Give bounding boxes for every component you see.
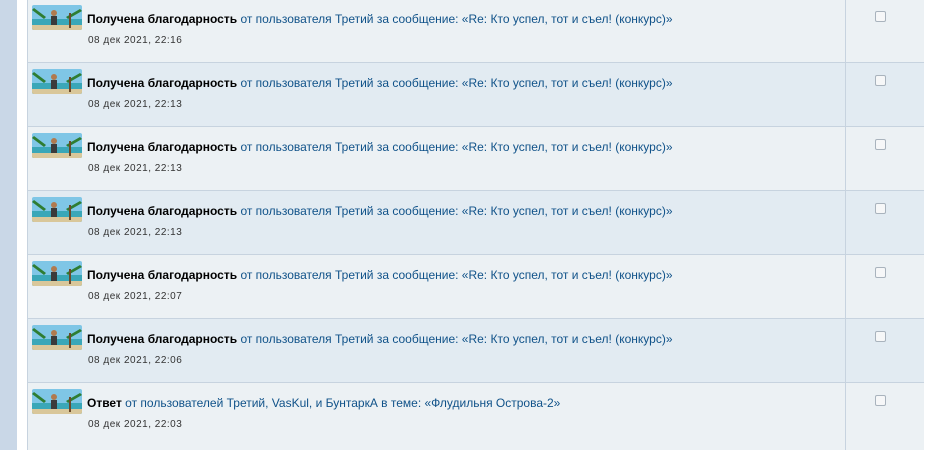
notification-text[interactable]: от пользователя Третий за сообщение: «Re… bbox=[240, 140, 672, 154]
notification-text[interactable]: от пользователя Третий за сообщение: «Re… bbox=[240, 204, 672, 218]
column-divider bbox=[845, 191, 846, 254]
notification-row[interactable]: Получена благодарность от пользователя Т… bbox=[28, 0, 925, 63]
avatar[interactable] bbox=[32, 325, 82, 350]
column-divider bbox=[845, 0, 846, 62]
notification-text[interactable]: от пользователей Третий, VasKul, и Бунта… bbox=[125, 396, 560, 410]
notification-type: Получена благодарность bbox=[87, 268, 238, 282]
notification-text[interactable]: от пользователя Третий за сообщение: «Re… bbox=[240, 12, 672, 26]
mark-checkbox[interactable] bbox=[875, 331, 886, 342]
notification-title[interactable]: Получена благодарность от пользователя Т… bbox=[87, 75, 673, 91]
column-divider bbox=[845, 383, 846, 450]
left-sidebar-strip bbox=[0, 0, 17, 450]
notification-list: Получена благодарность от пользователя Т… bbox=[27, 0, 926, 450]
page-margin bbox=[924, 0, 935, 450]
notification-text[interactable]: от пользователя Третий за сообщение: «Re… bbox=[240, 76, 672, 90]
notification-date: 08 дек 2021, 22:16 bbox=[88, 35, 183, 46]
mark-checkbox[interactable] bbox=[875, 267, 886, 278]
notification-text[interactable]: от пользователя Третий за сообщение: «Re… bbox=[240, 268, 672, 282]
mark-checkbox[interactable] bbox=[875, 11, 886, 22]
avatar[interactable] bbox=[32, 389, 82, 414]
notification-title[interactable]: Получена благодарность от пользователя Т… bbox=[87, 331, 673, 347]
column-divider bbox=[845, 319, 846, 382]
notification-title[interactable]: Получена благодарность от пользователя Т… bbox=[87, 203, 673, 219]
notification-row[interactable]: Получена благодарность от пользователя Т… bbox=[28, 63, 925, 127]
mark-checkbox[interactable] bbox=[875, 139, 886, 150]
notification-title[interactable]: Получена благодарность от пользователя Т… bbox=[87, 139, 673, 155]
notification-date: 08 дек 2021, 22:07 bbox=[88, 291, 183, 302]
notification-type: Получена благодарность bbox=[87, 12, 238, 26]
notification-row[interactable]: Ответ от пользователей Третий, VasKul, и… bbox=[28, 383, 925, 450]
notification-text[interactable]: от пользователя Третий за сообщение: «Re… bbox=[240, 332, 672, 346]
avatar[interactable] bbox=[32, 133, 82, 158]
notification-row[interactable]: Получена благодарность от пользователя Т… bbox=[28, 255, 925, 319]
notification-date: 08 дек 2021, 22:06 bbox=[88, 355, 183, 366]
mark-checkbox[interactable] bbox=[875, 395, 886, 406]
notification-date: 08 дек 2021, 22:13 bbox=[88, 163, 183, 174]
notification-row[interactable]: Получена благодарность от пользователя Т… bbox=[28, 319, 925, 383]
mark-checkbox[interactable] bbox=[875, 75, 886, 86]
notification-date: 08 дек 2021, 22:13 bbox=[88, 99, 183, 110]
notification-date: 08 дек 2021, 22:13 bbox=[88, 227, 183, 238]
column-divider bbox=[845, 127, 846, 190]
mark-checkbox[interactable] bbox=[875, 203, 886, 214]
notification-type: Получена благодарность bbox=[87, 204, 238, 218]
notification-title[interactable]: Получена благодарность от пользователя Т… bbox=[87, 11, 673, 27]
avatar[interactable] bbox=[32, 197, 82, 222]
notification-type: Получена благодарность bbox=[87, 76, 238, 90]
notification-type: Получена благодарность bbox=[87, 332, 238, 346]
column-divider bbox=[845, 255, 846, 318]
notification-date: 08 дек 2021, 22:03 bbox=[88, 419, 183, 430]
notification-type: Ответ bbox=[87, 396, 122, 410]
notification-type: Получена благодарность bbox=[87, 140, 238, 154]
notification-title[interactable]: Ответ от пользователей Третий, VasKul, и… bbox=[87, 395, 560, 411]
notification-title[interactable]: Получена благодарность от пользователя Т… bbox=[87, 267, 673, 283]
avatar[interactable] bbox=[32, 5, 82, 30]
avatar[interactable] bbox=[32, 261, 82, 286]
avatar[interactable] bbox=[32, 69, 82, 94]
notification-row[interactable]: Получена благодарность от пользователя Т… bbox=[28, 191, 925, 255]
column-divider bbox=[845, 63, 846, 126]
notification-row[interactable]: Получена благодарность от пользователя Т… bbox=[28, 127, 925, 191]
